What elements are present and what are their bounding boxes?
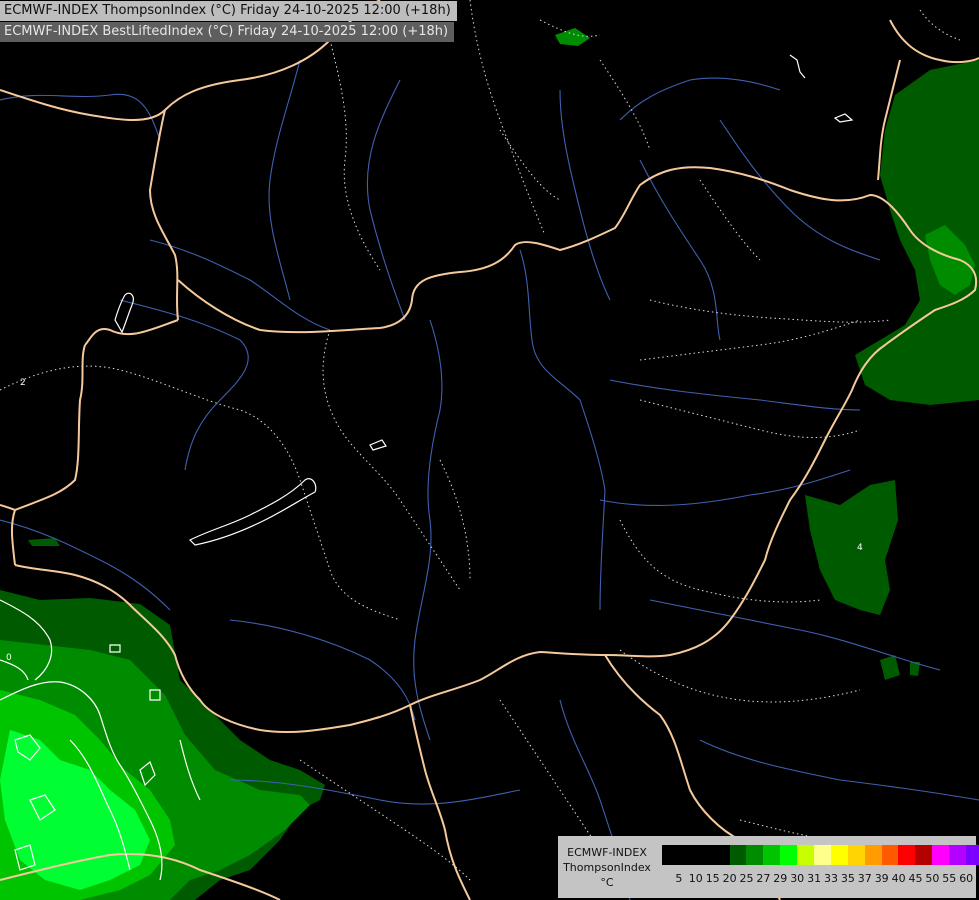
legend-tick-label: 15 — [705, 872, 720, 885]
legend-swatch — [662, 845, 679, 865]
legend-title-unit: °C — [600, 876, 614, 889]
legend-tick-label: 10 — [688, 872, 703, 885]
legend-tick-label: 20 — [722, 872, 737, 885]
legend-swatch — [864, 845, 882, 865]
legend-swatches — [662, 845, 979, 865]
legend-swatch — [949, 845, 967, 865]
map-title-thompson-index: ECMWF-INDEX ThompsonIndex (°C) Friday 24… — [0, 1, 457, 21]
legend-tick-label: 30 — [790, 872, 805, 885]
contour-label: 2 — [20, 378, 26, 388]
legend-swatch — [915, 845, 933, 865]
legend-swatch — [932, 845, 950, 865]
legend-tick-label: 50 — [925, 872, 940, 885]
legend-tick-label: 25 — [739, 872, 754, 885]
legend-tick-label: 39 — [874, 872, 889, 885]
legend-swatch — [898, 845, 916, 865]
legend-tick-label: 55 — [942, 872, 957, 885]
weather-map: 4 2 0 — [0, 0, 979, 900]
legend-title-model: ECMWF-INDEX — [567, 846, 647, 859]
legend-swatch — [678, 845, 696, 865]
legend-tick-label: 5 — [675, 872, 683, 885]
legend-swatch — [695, 845, 713, 865]
legend-swatch — [763, 845, 781, 865]
legend-title-parameter: ThompsonIndex — [563, 861, 651, 874]
legend-swatch — [797, 845, 815, 865]
legend-tick-label: 60 — [959, 872, 974, 885]
contour-label: 0 — [6, 653, 12, 663]
map-title-best-lifted-index: ECMWF-INDEX BestLiftedIndex (°C) Friday … — [0, 22, 455, 42]
legend-swatch — [712, 845, 730, 865]
color-legend: ECMWF-INDEX ThompsonIndex °C 5 10 15 20 25 27… — [558, 836, 979, 898]
contour-label: 4 — [857, 543, 863, 553]
legend-swatch — [729, 845, 747, 865]
legend-tick-label: 45 — [908, 872, 923, 885]
legend-tick-label: 37 — [857, 872, 872, 885]
legend-tick-label: 31 — [807, 872, 822, 885]
legend-tick-label: 33 — [824, 872, 838, 885]
legend-swatch — [966, 845, 979, 865]
legend-tick-label: 40 — [891, 872, 906, 885]
legend-swatch — [780, 845, 798, 865]
legend-swatch — [814, 845, 831, 865]
legend-swatch — [881, 845, 899, 865]
legend-tick-label: 27 — [756, 872, 771, 885]
legend-ticks: 5 10 15 20 25 27 29 30 31 33 35 37 39 40 45 50 55 60 — [662, 872, 974, 886]
legend-swatch — [847, 845, 865, 865]
legend-swatch — [746, 845, 764, 865]
legend-swatch — [830, 845, 848, 865]
legend-tick-label: 29 — [773, 872, 788, 885]
legend-tick-label: 35 — [840, 872, 855, 885]
